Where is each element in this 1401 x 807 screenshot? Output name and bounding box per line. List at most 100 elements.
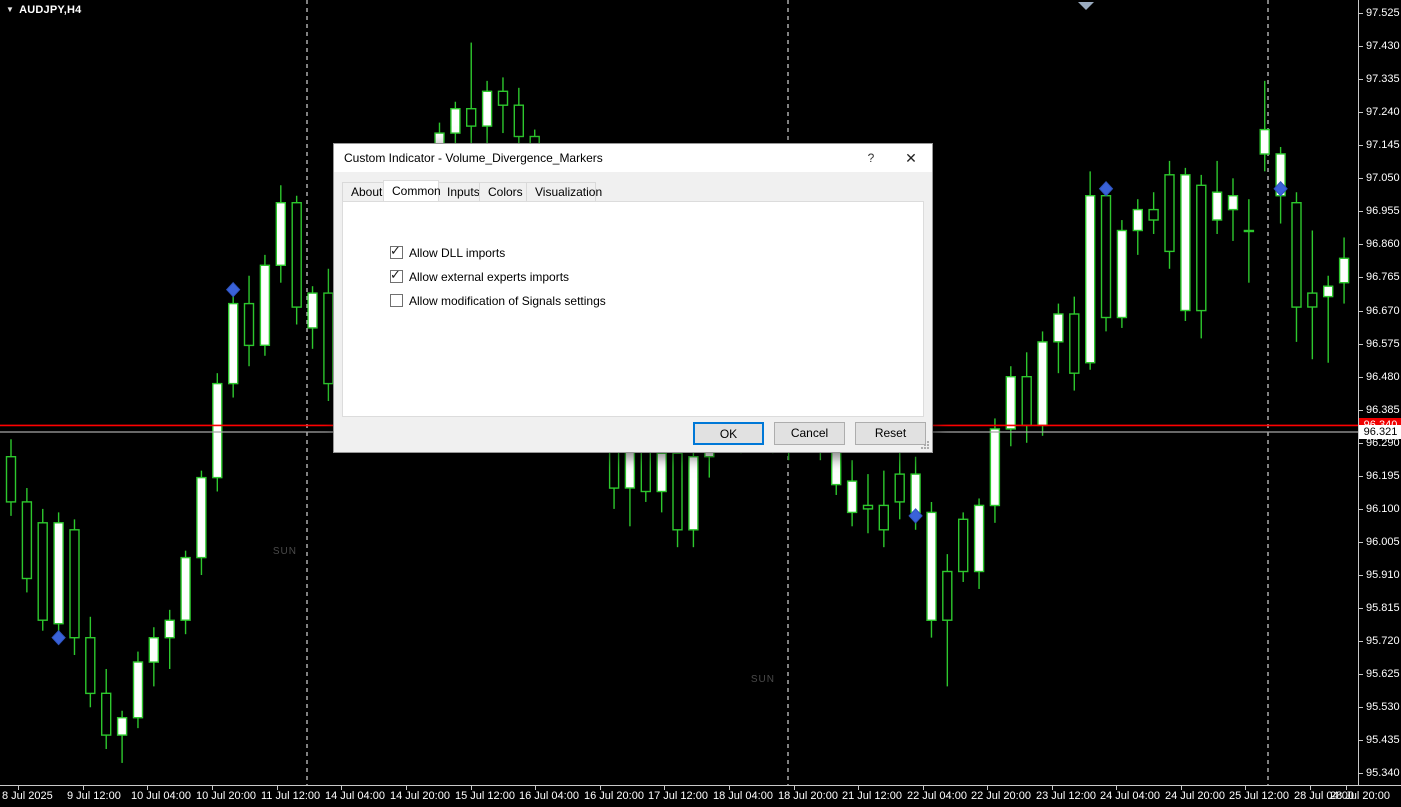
price-tick (1359, 112, 1363, 113)
price-tick (1359, 509, 1363, 510)
candle-body (689, 457, 698, 530)
price-tick (1359, 244, 1363, 245)
checkmark-icon: ✓ (390, 267, 401, 283)
reset-button[interactable]: Reset (855, 422, 926, 445)
dropdown-arrow-icon[interactable]: ▼ (6, 5, 14, 14)
price-axis-label: 96.195 (1366, 470, 1400, 482)
candle-body (1213, 192, 1222, 220)
price-axis-label: 96.765 (1366, 271, 1400, 283)
price-axis-label: 96.480 (1366, 371, 1400, 383)
price-axis-label: 97.430 (1366, 40, 1400, 52)
price-axis-label: 95.720 (1366, 635, 1400, 647)
candle-body (118, 718, 127, 735)
candle-body (514, 105, 523, 136)
candle-body (911, 474, 920, 512)
candle-body (245, 304, 254, 346)
candle-body (70, 530, 79, 638)
time-axis-label: 8 Jul 2025 (2, 790, 53, 802)
dialog-titlebar[interactable]: Custom Indicator - Volume_Divergence_Mar… (334, 144, 932, 172)
divergence-diamond-icon (52, 631, 65, 645)
time-axis-label: 16 Jul 20:00 (584, 790, 644, 802)
mt4-chart-window: SUNSUN ▼AUDJPY,H4 97.52597.43097.33597.2… (0, 0, 1401, 807)
time-axis-label: 25 Jul 12:00 (1229, 790, 1289, 802)
candle-body (673, 453, 682, 530)
tab-inputs[interactable]: Inputs (438, 182, 480, 201)
price-axis-label: 95.910 (1366, 569, 1400, 581)
price-tick (1359, 46, 1363, 47)
checkbox-box-icon[interactable] (390, 294, 403, 307)
candle-body (181, 558, 190, 621)
price-axis-label: 96.955 (1366, 205, 1400, 217)
tab-colors[interactable]: Colors (479, 182, 527, 201)
symbol-text: AUDJPY,H4 (19, 4, 81, 16)
candle-body (149, 638, 158, 662)
candle-body (657, 453, 666, 491)
chart-shift-icon[interactable] (1078, 2, 1094, 10)
time-axis-label: 22 Jul 04:00 (907, 790, 967, 802)
candle-body (990, 429, 999, 506)
price-axis-label: 97.335 (1366, 73, 1400, 85)
price-tick (1359, 740, 1363, 741)
price-tick (1359, 311, 1363, 312)
dialog-title: Custom Indicator - Volume_Divergence_Mar… (344, 144, 603, 172)
ok-button[interactable]: OK (693, 422, 764, 445)
candle-body (959, 519, 968, 571)
candle-body (229, 304, 238, 384)
bid-price-badge: 96.321 (1359, 425, 1401, 439)
price-axis-label: 96.100 (1366, 503, 1400, 515)
price-axis-label: 96.860 (1366, 238, 1400, 250)
candle-body (213, 384, 222, 478)
candle-body (308, 293, 317, 328)
candle-body (451, 109, 460, 133)
dialog-footer: OK Cancel Reset (334, 417, 932, 452)
price-tick (1359, 542, 1363, 543)
price-axis-label: 96.575 (1366, 338, 1400, 350)
candle-body (1340, 258, 1349, 282)
cancel-button[interactable]: Cancel (774, 422, 845, 445)
checkmark-icon: ✓ (390, 243, 401, 259)
divergence-diamond-icon (1100, 182, 1113, 196)
price-tick (1359, 707, 1363, 708)
checkbox-box-icon[interactable]: ✓ (390, 246, 403, 259)
candle-body (1229, 196, 1238, 210)
price-axis-label: 97.525 (1366, 7, 1400, 19)
candle-body (848, 481, 857, 512)
price-axis-label: 95.435 (1366, 734, 1400, 746)
checkbox-label: Allow external experts imports (409, 270, 569, 284)
tab-common[interactable]: Common (383, 180, 439, 201)
candle-body (499, 91, 508, 105)
tab-visualization[interactable]: Visualization (526, 182, 596, 201)
candle-body (38, 523, 47, 620)
candle-body (1133, 210, 1142, 231)
price-tick (1359, 344, 1363, 345)
candle-body (467, 109, 476, 126)
time-axis-label: 21 Jul 12:00 (842, 790, 902, 802)
candle-body (879, 505, 888, 529)
price-axis-label: 95.815 (1366, 602, 1400, 614)
time-axis-label: 14 Jul 04:00 (325, 790, 385, 802)
candle-body (1149, 210, 1158, 220)
price-tick (1359, 641, 1363, 642)
price-tick (1359, 608, 1363, 609)
price-tick (1359, 145, 1363, 146)
time-axis-label: 24 Jul 20:00 (1165, 790, 1225, 802)
help-icon[interactable]: ? (858, 144, 884, 172)
resize-grip-icon[interactable] (921, 441, 929, 449)
candle-body (975, 505, 984, 571)
candle-body (1086, 196, 1095, 363)
close-icon[interactable]: ✕ (896, 144, 926, 172)
candle-body (165, 620, 174, 637)
time-axis-label: 28 Jul 20:00 (1330, 790, 1390, 802)
time-axis-label: 15 Jul 12:00 (455, 790, 515, 802)
price-tick (1359, 377, 1363, 378)
checkbox-box-icon[interactable]: ✓ (390, 270, 403, 283)
tab-about[interactable]: About (342, 182, 384, 201)
time-axis-label: 18 Jul 20:00 (778, 790, 838, 802)
price-axis-label: 95.625 (1366, 668, 1400, 680)
time-axis-label: 17 Jul 12:00 (648, 790, 708, 802)
price-axis-label: 95.530 (1366, 701, 1400, 713)
candle-body (276, 203, 285, 266)
time-axis-label: 18 Jul 04:00 (713, 790, 773, 802)
candle-body (483, 91, 492, 126)
time-axis-label: 10 Jul 04:00 (131, 790, 191, 802)
